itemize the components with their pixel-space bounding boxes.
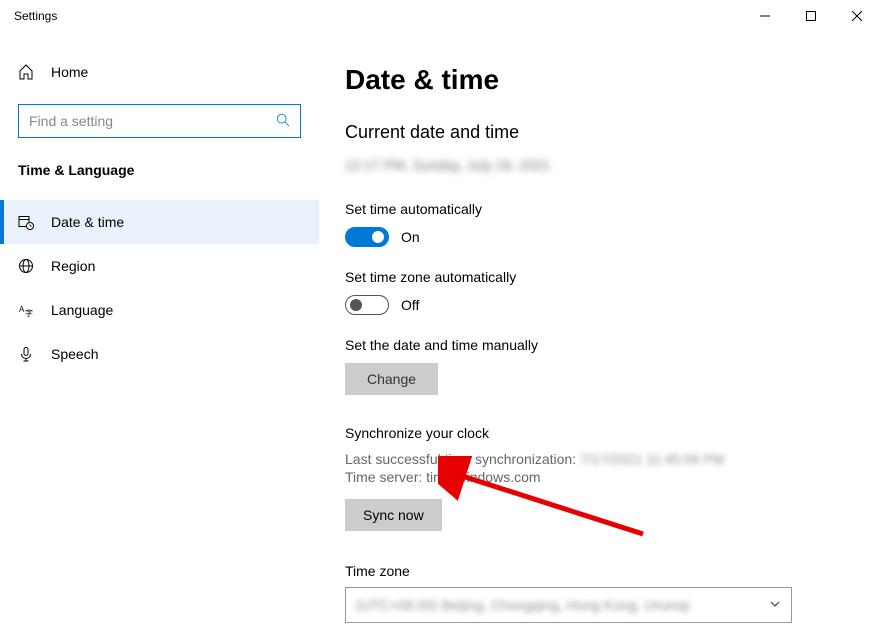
sidebar-item-speech[interactable]: Speech	[0, 332, 319, 376]
maximize-icon	[806, 11, 816, 21]
sidebar-item-region[interactable]: Region	[0, 244, 319, 288]
sidebar: Home Time & Language Date & time Region	[0, 32, 319, 626]
chevron-down-icon	[769, 597, 781, 613]
maximize-button[interactable]	[788, 0, 834, 32]
title-bar: Settings	[0, 0, 880, 32]
microphone-icon	[18, 346, 34, 362]
change-button[interactable]: Change	[345, 363, 438, 395]
svg-text:字: 字	[25, 308, 33, 318]
set-tz-auto-state: Off	[401, 297, 419, 313]
sync-heading: Synchronize your clock	[345, 425, 844, 441]
sidebar-item-label: Region	[51, 258, 95, 274]
sidebar-group-title: Time & Language	[0, 162, 319, 200]
set-time-auto-label: Set time automatically	[345, 201, 844, 217]
language-icon: A字	[18, 302, 34, 318]
set-manual-label: Set the date and time manually	[345, 337, 844, 353]
current-date-heading: Current date and time	[345, 122, 844, 143]
sync-last-row: Last successful time synchronization: 7/…	[345, 451, 844, 467]
current-date-value: 12:17 PM, Sunday, July 18, 2021	[345, 157, 844, 173]
sync-server-label: Time server:	[345, 469, 422, 485]
close-button[interactable]	[834, 0, 880, 32]
sidebar-item-label: Speech	[51, 346, 98, 362]
home-nav[interactable]: Home	[0, 54, 319, 90]
search-input[interactable]	[29, 113, 276, 129]
home-label: Home	[51, 64, 88, 80]
sidebar-item-label: Language	[51, 302, 113, 318]
timezone-label: Time zone	[345, 563, 844, 579]
globe-icon	[18, 258, 34, 274]
calendar-clock-icon	[18, 214, 34, 230]
timezone-dropdown[interactable]: (UTC+08:00) Beijing, Chongqing, Hong Kon…	[345, 587, 792, 623]
sync-last-label: Last successful time synchronization:	[345, 451, 576, 467]
search-icon	[276, 113, 290, 130]
sync-now-button[interactable]: Sync now	[345, 499, 442, 531]
window-controls	[742, 0, 880, 32]
minimize-button[interactable]	[742, 0, 788, 32]
sidebar-item-date-time[interactable]: Date & time	[0, 200, 319, 244]
sync-server-value: time.windows.com	[426, 469, 540, 485]
sidebar-item-language[interactable]: A字 Language	[0, 288, 319, 332]
page-title: Date & time	[345, 64, 844, 96]
home-icon	[18, 64, 34, 80]
content-pane: Date & time Current date and time 12:17 …	[319, 32, 880, 626]
sidebar-item-label: Date & time	[51, 214, 124, 230]
timezone-value: (UTC+08:00) Beijing, Chongqing, Hong Kon…	[356, 597, 769, 613]
set-tz-auto-toggle[interactable]	[345, 295, 389, 315]
set-time-auto-state: On	[401, 229, 420, 245]
set-tz-auto-label: Set time zone automatically	[345, 269, 844, 285]
search-box[interactable]	[18, 104, 301, 138]
sync-last-value: 7/17/2021 11:45:06 PM	[580, 451, 725, 467]
set-time-auto-toggle[interactable]	[345, 227, 389, 247]
minimize-icon	[760, 11, 770, 21]
window-title: Settings	[14, 9, 57, 23]
sync-server-row: Time server: time.windows.com	[345, 469, 844, 485]
close-icon	[852, 11, 862, 21]
